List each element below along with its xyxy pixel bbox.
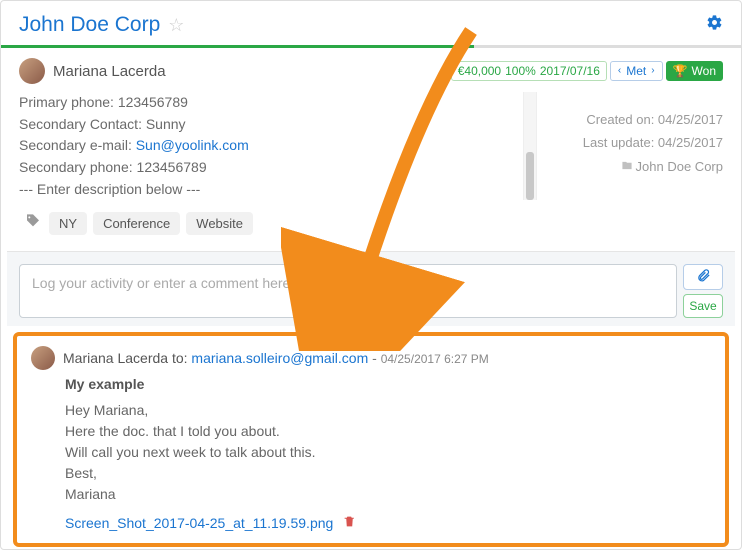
avatar — [31, 346, 55, 370]
message-card: Mariana Lacerda to: mariana.solleiro@gma… — [13, 332, 729, 547]
activity-input[interactable]: Log your activity or enter a comment her… — [19, 264, 677, 318]
favorite-star-icon[interactable]: ☆ — [168, 15, 184, 36]
tag-item[interactable]: Website — [186, 212, 253, 235]
secondary-email: Secondary e-mail: Sun@yoolink.com — [19, 135, 519, 157]
save-button[interactable]: Save — [683, 294, 723, 318]
secondary-phone: Secondary phone: 123456789 — [19, 157, 519, 179]
paperclip-icon — [696, 268, 711, 287]
message-timestamp: 04/25/2017 6:27 PM — [381, 352, 489, 366]
won-badge[interactable]: 🏆 Won — [666, 61, 723, 81]
chevron-right-icon[interactable]: › — [650, 66, 655, 76]
secondary-contact: Secondary Contact: Sunny — [19, 114, 519, 136]
tag-item[interactable]: Conference — [93, 212, 180, 235]
secondary-email-link[interactable]: Sun@yoolink.com — [136, 137, 249, 153]
message-body: Hey Mariana, Here the doc. that I told y… — [65, 400, 711, 505]
trash-icon[interactable] — [343, 515, 356, 531]
folder-icon — [621, 155, 633, 178]
scrollbar[interactable] — [523, 92, 537, 200]
message-sender: Mariana Lacerda — [63, 350, 168, 366]
tag-item[interactable]: NY — [49, 212, 87, 235]
deal-badge[interactable]: €40,000 100% 2017/07/16 — [451, 61, 607, 81]
user-name: Mariana Lacerda — [53, 63, 166, 80]
met-badge[interactable]: ‹ Met › — [610, 61, 663, 81]
attachment-link[interactable]: Screen_Shot_2017-04-25_at_11.19.59.png — [65, 515, 333, 531]
chevron-left-icon[interactable]: ‹ — [617, 66, 622, 76]
primary-phone: Primary phone: 123456789 — [19, 92, 519, 114]
company-title-link[interactable]: John Doe Corp — [19, 13, 160, 37]
message-recipient-link[interactable]: mariana.solleiro@gmail.com — [191, 350, 368, 366]
avatar — [19, 58, 45, 84]
created-on: Created on: 04/25/2017 — [549, 108, 723, 131]
details-panel: Primary phone: 123456789 Secondary Conta… — [19, 92, 523, 200]
tags-row: NY Conference Website — [7, 200, 735, 252]
tag-icon — [25, 213, 41, 234]
gear-icon[interactable] — [706, 14, 723, 36]
side-info: Created on: 04/25/2017 Last update: 04/2… — [541, 92, 741, 200]
tab-underline — [1, 45, 741, 48]
message-subject: My example — [65, 376, 711, 392]
folder-label[interactable]: John Doe Corp — [549, 155, 723, 178]
attach-button[interactable] — [683, 264, 723, 290]
description-divider: --- Enter description below --- — [19, 179, 519, 201]
trophy-icon: 🏆 — [673, 65, 688, 77]
last-update: Last update: 04/25/2017 — [549, 131, 723, 154]
